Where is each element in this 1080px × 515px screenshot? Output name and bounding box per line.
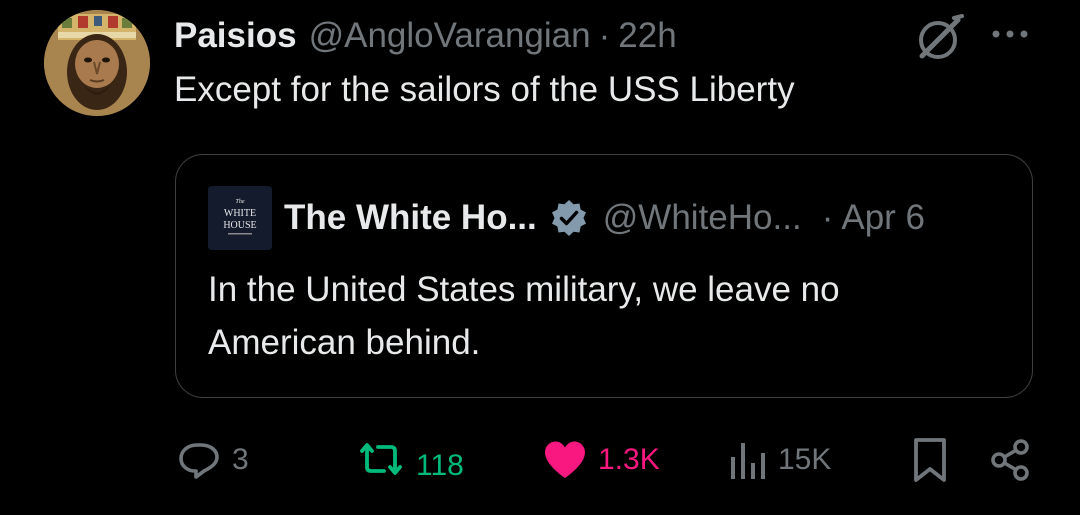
quoted-tweet-text: In the United States military, we leave … bbox=[208, 270, 840, 362]
action-bar: 3 118 1.3K 15K bbox=[0, 430, 1080, 490]
repost-button[interactable]: 118 bbox=[356, 430, 464, 490]
svg-text:HOUSE: HOUSE bbox=[223, 220, 256, 231]
quoted-date[interactable]: Apr 6 bbox=[841, 198, 925, 238]
reply-button[interactable]: 3 bbox=[176, 430, 249, 490]
like-icon bbox=[545, 441, 585, 478]
view-count: 15K bbox=[778, 443, 832, 476]
quoted-author-name[interactable]: The White Ho... bbox=[284, 198, 537, 238]
share-icon bbox=[991, 439, 1029, 481]
reply-icon bbox=[179, 443, 219, 479]
repost-icon bbox=[360, 443, 402, 475]
verified-icon bbox=[551, 200, 586, 236]
views-button[interactable]: 15K bbox=[728, 430, 831, 490]
tweet-header: Paisios @AngloVarangian · 22h bbox=[174, 12, 930, 60]
like-count: 1.3K bbox=[598, 443, 660, 476]
quoted-tweet-card[interactable]: The WHITE HOUSE The White Ho... @WhiteHo… bbox=[175, 154, 1033, 398]
repost-count: 118 bbox=[416, 449, 464, 482]
author-name[interactable]: Paisios bbox=[174, 16, 297, 56]
svg-text:The: The bbox=[236, 199, 245, 205]
tweet-timestamp[interactable]: 22h bbox=[618, 16, 676, 56]
bookmark-icon bbox=[914, 438, 946, 482]
more-options-icon[interactable] bbox=[990, 24, 1030, 44]
svg-text:WHITE: WHITE bbox=[224, 208, 256, 219]
white-house-logo-icon: The WHITE HOUSE bbox=[208, 186, 272, 250]
grok-icon[interactable] bbox=[912, 14, 966, 62]
reply-count: 3 bbox=[232, 443, 249, 476]
quoted-author-handle[interactable]: @WhiteHo... bbox=[603, 198, 802, 238]
like-button[interactable]: 1.3K bbox=[542, 430, 660, 490]
author-avatar[interactable] bbox=[44, 10, 150, 116]
views-icon bbox=[731, 443, 765, 479]
author-handle[interactable]: @AngloVarangian bbox=[309, 16, 591, 56]
separator-dot: · bbox=[598, 16, 611, 55]
bookmark-button[interactable] bbox=[910, 430, 950, 490]
share-button[interactable] bbox=[988, 430, 1034, 490]
avatar-portrait-icon bbox=[44, 10, 150, 116]
separator-dot: · bbox=[821, 198, 834, 237]
quoted-avatar[interactable]: The WHITE HOUSE bbox=[208, 186, 272, 250]
tweet-text: Except for the sailors of the USS Libert… bbox=[174, 70, 795, 109]
quoted-header: The White Ho... @WhiteHo... · Apr 6 bbox=[284, 191, 1002, 245]
